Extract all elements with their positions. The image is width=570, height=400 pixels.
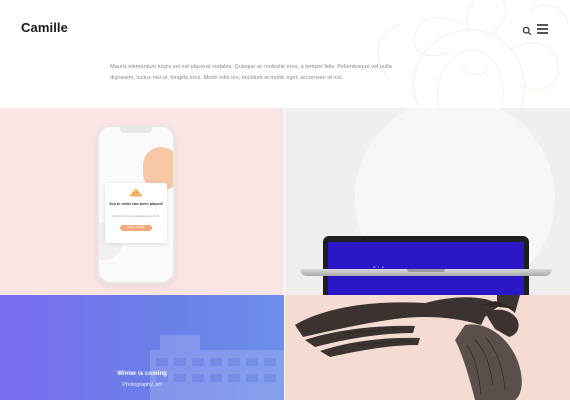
eagle-illustration: [295, 295, 522, 400]
hamburger-menu-icon[interactable]: [537, 24, 548, 34]
project-tile-winter[interactable]: Winter is coming Photography, art: [0, 295, 284, 400]
floral-decoration: [377, 0, 569, 108]
site-logo[interactable]: Camille: [21, 20, 68, 35]
menu-line: [537, 32, 548, 34]
project-tile-bird[interactable]: [285, 295, 570, 400]
phone-mockup: You're order has been placed! Delight wi…: [97, 125, 175, 284]
laptop-notch: [407, 269, 445, 272]
building-image: [150, 335, 284, 400]
order-title: You're order has been placed!: [109, 202, 164, 206]
order-card: You're order has been placed! Delight wi…: [105, 183, 167, 243]
search-icon[interactable]: [522, 26, 532, 36]
project-title[interactable]: Winter is coming: [0, 370, 284, 377]
menu-line: [537, 28, 548, 30]
menu-line: [537, 24, 548, 26]
project-category: Photography, art: [122, 382, 162, 388]
order-subtitle: Delight will ship by estimated time 14:0…: [112, 215, 160, 218]
site-header: Camille Mauris elementum turpis vel est …: [0, 0, 570, 108]
food-illustration-icon: [130, 188, 142, 197]
project-tile-app[interactable]: You're order has been placed! Delight wi…: [0, 108, 284, 295]
track-order-button: TRACK ORDER: [120, 225, 152, 231]
portfolio-grid: You're order has been placed! Delight wi…: [0, 108, 570, 400]
intro-text: Mauris elementum turpis vel est placerat…: [110, 64, 392, 81]
phone-notch: [120, 127, 152, 133]
